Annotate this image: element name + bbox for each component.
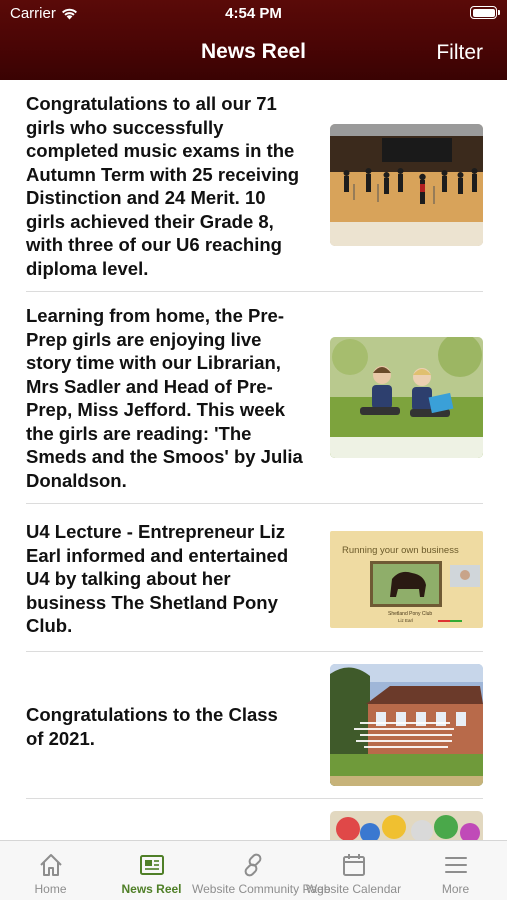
news-feed[interactable]: Congratulations to all our 71 girls who … <box>0 80 507 840</box>
slide-presenter: Liz Earl <box>398 618 413 623</box>
tab-more[interactable]: More <box>405 841 506 901</box>
slide-heading: Running your own business <box>342 545 459 556</box>
colorful-artwork-image <box>330 811 483 840</box>
menu-icon <box>445 857 467 873</box>
battery-icon <box>470 6 500 19</box>
lecture-slide-image: Running your own business Shetland Pony … <box>330 531 483 628</box>
link-icon <box>244 853 262 877</box>
news-item[interactable]: Learning from home, the Pre- Prep girls … <box>0 292 507 503</box>
status-bar: Carrier 4:54 PM <box>0 0 507 28</box>
slide-caption: Shetland Pony Club <box>388 611 432 617</box>
tab-website-community-page[interactable]: Website Community Page <box>192 841 331 901</box>
tab-website-calendar[interactable]: Website Calendar <box>303 841 404 901</box>
status-time: 4:54 PM <box>225 5 282 22</box>
news-item[interactable] <box>0 799 507 840</box>
calendar-icon <box>343 854 365 876</box>
school-building-image <box>330 664 483 786</box>
tab-home[interactable]: Home <box>0 841 101 901</box>
tab-bar: Home News Reel Website Community Page We… <box>0 840 507 900</box>
newspaper-icon <box>140 855 164 875</box>
news-item[interactable]: Congratulations to the Class of 2021. <box>0 652 507 798</box>
home-icon <box>40 854 62 876</box>
news-item-text: U4 Lecture - Entrepreneur Liz Earl infor… <box>26 521 289 636</box>
tab-news-reel[interactable]: News Reel <box>101 841 202 901</box>
news-item[interactable]: U4 Lecture - Entrepreneur Liz Earl infor… <box>0 504 507 651</box>
children-reading-image <box>330 337 483 458</box>
news-item-text: Learning from home, the Pre- Prep girls … <box>26 305 303 491</box>
tab-label: More <box>441 882 470 896</box>
news-item[interactable]: Congratulations to all our 71 girls who … <box>0 80 507 291</box>
news-item-text: Congratulations to the Class of 2021. <box>26 704 278 749</box>
news-item-text: Congratulations to all our 71 girls who … <box>26 93 300 279</box>
orchestra-concert-image <box>330 124 483 246</box>
filter-button[interactable]: Filter <box>436 41 483 65</box>
page-title: News Reel <box>200 40 307 63</box>
header: Carrier 4:54 PM News Reel Filter <box>0 0 507 80</box>
